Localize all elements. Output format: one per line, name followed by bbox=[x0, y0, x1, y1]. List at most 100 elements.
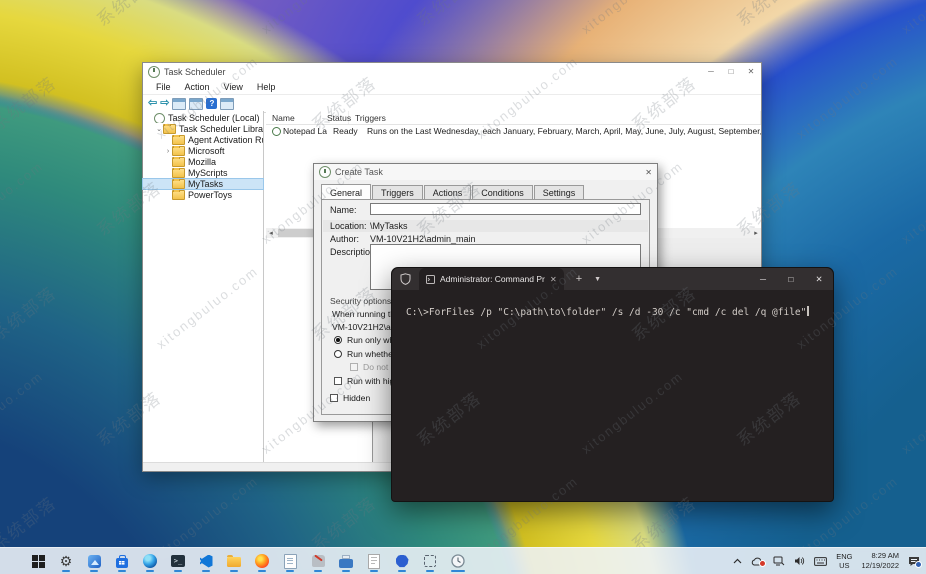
menu-help[interactable]: Help bbox=[250, 82, 283, 92]
hidden-label: Hidden bbox=[343, 393, 371, 403]
terminal-command-line: C:\>ForFiles /p "C:\path\to\folder" /s /… bbox=[406, 307, 807, 318]
folder-icon bbox=[172, 146, 185, 156]
sidebar-item-mytasks[interactable]: MyTasks bbox=[142, 178, 264, 190]
region-code: US bbox=[839, 561, 850, 570]
gear-icon: ⚙ bbox=[59, 553, 73, 569]
forward-arrow-icon[interactable]: ⇨ bbox=[160, 98, 169, 109]
network-icon[interactable] bbox=[773, 556, 785, 566]
hidden-checkbox[interactable] bbox=[330, 394, 338, 402]
task-name-input[interactable] bbox=[370, 203, 641, 215]
taskbar-item-paint[interactable] bbox=[310, 550, 326, 572]
taskbar-item-terminal[interactable]: >_ bbox=[170, 550, 186, 572]
powertoys-icon bbox=[395, 554, 409, 568]
create-task-titlebar[interactable]: Create Task ✕ bbox=[314, 164, 657, 180]
task-name: Notepad La... bbox=[283, 126, 327, 136]
chevron-down-icon[interactable]: ▼ bbox=[594, 276, 601, 283]
taskbar-item-settings[interactable]: ⚙ bbox=[58, 550, 74, 572]
column-header-triggers[interactable]: Triggers bbox=[349, 111, 761, 124]
close-button[interactable]: ✕ bbox=[741, 63, 761, 80]
new-tab-icon[interactable]: + bbox=[576, 273, 582, 285]
close-icon[interactable]: ✕ bbox=[645, 168, 652, 177]
task-scheduler-menubar: File Action View Help bbox=[143, 80, 761, 95]
task-list-header[interactable]: Name Status Triggers bbox=[266, 111, 761, 125]
menu-action[interactable]: Action bbox=[178, 82, 217, 92]
taskbar-item-store[interactable] bbox=[114, 550, 130, 572]
file-explorer-icon bbox=[227, 554, 241, 567]
tab-general[interactable]: General bbox=[321, 184, 372, 200]
column-header-status[interactable]: Status bbox=[321, 111, 351, 124]
sidebar-item-task-scheduler-library[interactable]: ⌄ Task Scheduler Library bbox=[143, 124, 263, 134]
task-scheduler-icon bbox=[451, 554, 465, 568]
scroll-right-icon[interactable]: ▸ bbox=[751, 229, 761, 237]
taskbar-item-explorer[interactable] bbox=[226, 550, 242, 572]
taskbar-item-vscode[interactable] bbox=[198, 550, 214, 572]
tab-close-icon[interactable]: ✕ bbox=[550, 275, 557, 284]
highest-privileges-checkbox[interactable] bbox=[334, 377, 342, 385]
window-pane-icon[interactable] bbox=[189, 97, 204, 110]
minimize-button[interactable]: ─ bbox=[701, 63, 721, 80]
terminal-tab[interactable]: Administrator: Command Pro ✕ bbox=[419, 268, 564, 290]
tray-chevron-up-icon[interactable] bbox=[733, 558, 742, 564]
back-arrow-icon[interactable]: ⇦ bbox=[148, 98, 157, 109]
terminal-close-button[interactable]: ✕ bbox=[805, 268, 833, 290]
folder-icon bbox=[172, 168, 185, 178]
taskbar: ⚙ >_ ENG US 8:29 AM 12/19/2022 bbox=[0, 547, 926, 574]
taskbar-item-documents[interactable] bbox=[282, 550, 298, 572]
terminal-minimize-button[interactable]: ─ bbox=[749, 268, 777, 290]
sidebar-item-powertoys[interactable]: PowerToys bbox=[143, 190, 263, 200]
taskbar-item-firefox[interactable] bbox=[254, 550, 270, 572]
taskbar-item-edge[interactable] bbox=[142, 550, 158, 572]
author-value: VM-10V21H2\admin_main bbox=[370, 234, 476, 244]
run-whether-radio[interactable] bbox=[334, 350, 342, 358]
show-console-tree-icon[interactable] bbox=[172, 97, 187, 110]
system-tray: ENG US 8:29 AM 12/19/2022 bbox=[733, 551, 926, 571]
terminal-titlebar[interactable]: Administrator: Command Pro ✕ + ▼ ─ □ ✕ bbox=[392, 268, 833, 290]
clock-icon bbox=[154, 113, 165, 123]
taskbar-item-task-scheduler[interactable] bbox=[450, 550, 466, 572]
action-pane-icon[interactable] bbox=[220, 97, 235, 110]
notification-badge bbox=[915, 560, 922, 568]
snipping-tool-icon bbox=[424, 555, 436, 567]
taskbar-item-notepad[interactable] bbox=[366, 550, 382, 572]
onedrive-cloud-icon[interactable] bbox=[751, 557, 767, 567]
run-logged-on-radio[interactable] bbox=[334, 336, 342, 344]
tray-time: 8:29 AM bbox=[871, 551, 899, 561]
sidebar-item-myscripts[interactable]: MyScripts bbox=[143, 168, 263, 178]
language-indicator[interactable]: ENG US bbox=[836, 552, 852, 571]
folder-icon bbox=[172, 157, 185, 167]
folder-icon bbox=[172, 179, 185, 189]
desktop: Task Scheduler ─ □ ✕ File Action View Help … bbox=[0, 0, 926, 574]
touch-keyboard-icon[interactable] bbox=[814, 556, 828, 566]
paint-icon bbox=[311, 555, 325, 567]
help-icon[interactable]: ? bbox=[206, 98, 218, 109]
sidebar-item-agent-activation-runtime[interactable]: Agent Activation Runtime bbox=[143, 135, 263, 145]
terminal-output[interactable]: C:\>ForFiles /p "C:\path\to\folder" /s /… bbox=[392, 290, 833, 318]
taskbar-item-powertoys[interactable] bbox=[394, 550, 410, 572]
sidebar-item-task-scheduler-local-[interactable]: Task Scheduler (Local) bbox=[143, 113, 263, 123]
taskbar-item-photos[interactable] bbox=[86, 550, 102, 572]
taskbar-item-printer[interactable] bbox=[338, 550, 354, 572]
scroll-left-icon[interactable]: ◂ bbox=[266, 229, 276, 237]
table-row[interactable]: Notepad La... Ready Runs on the Last Wed… bbox=[266, 125, 761, 137]
column-header-name[interactable]: Name bbox=[266, 111, 321, 124]
console-tree-pane: Task Scheduler (Local) ⌄ Task Scheduler Li… bbox=[142, 111, 264, 463]
task-scheduler-title: Task Scheduler bbox=[164, 66, 226, 77]
create-task-title: Create Task bbox=[335, 167, 383, 177]
sidebar-item-microsoft[interactable]: › Microsoft bbox=[143, 146, 263, 156]
notepad-icon bbox=[368, 553, 380, 569]
speaker-icon[interactable] bbox=[794, 556, 805, 566]
taskbar-item-snip[interactable] bbox=[422, 550, 438, 572]
name-label: Name: bbox=[330, 205, 357, 215]
task-scheduler-titlebar[interactable]: Task Scheduler ─ □ ✕ bbox=[143, 63, 761, 80]
maximize-button[interactable]: □ bbox=[721, 63, 741, 80]
sidebar-item-mozilla[interactable]: Mozilla bbox=[143, 157, 263, 167]
terminal-maximize-button[interactable]: □ bbox=[777, 268, 805, 290]
start-button[interactable] bbox=[30, 550, 46, 572]
folder-icon bbox=[163, 124, 176, 134]
menu-file[interactable]: File bbox=[149, 82, 178, 92]
menu-view[interactable]: View bbox=[217, 82, 250, 92]
terminal-icon: >_ bbox=[171, 555, 185, 567]
clock-datetime[interactable]: 8:29 AM 12/19/2022 bbox=[861, 551, 899, 571]
action-center-icon[interactable] bbox=[908, 556, 922, 568]
tree-item-label: Task Scheduler (Local) bbox=[168, 113, 260, 123]
